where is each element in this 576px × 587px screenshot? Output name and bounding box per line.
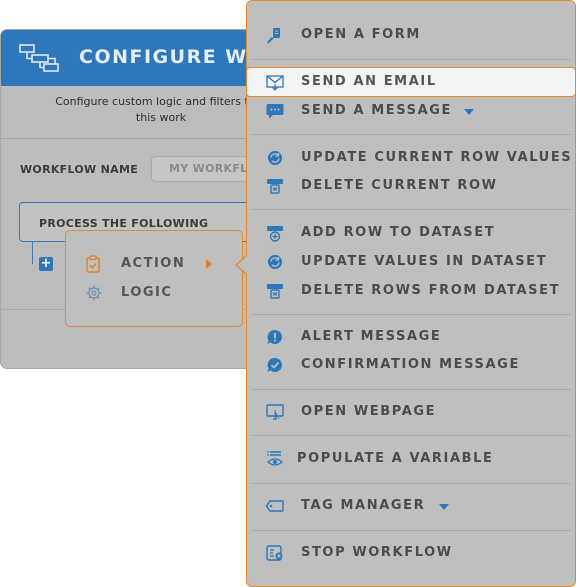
list-eye-icon xyxy=(265,450,285,468)
menu-item-alert-message[interactable]: ALERT MESSAGE xyxy=(247,324,575,350)
popup-item-label: ACTION xyxy=(121,256,186,271)
add-step-button[interactable]: + xyxy=(39,257,53,271)
check-bubble-icon xyxy=(265,356,285,374)
menu-item-stop-workflow[interactable]: STOP WORKFLOW xyxy=(247,540,575,566)
envelope-icon xyxy=(265,73,285,91)
menu-item-label: ADD ROW TO DATASET xyxy=(301,225,496,240)
menu-item-label: SEND AN EMAIL xyxy=(301,74,437,89)
menu-item-update-values-in-dataset[interactable]: UPDATE VALUES IN DATASET xyxy=(247,249,575,275)
dialog-title: CONFIGURE WO xyxy=(79,46,266,68)
caret-right-icon xyxy=(206,259,212,269)
menu-item-label: UPDATE VALUES IN DATASET xyxy=(301,254,548,269)
menu-item-label: POPULATE A VARIABLE xyxy=(297,451,494,466)
form-pen-icon xyxy=(265,26,285,44)
menu-divider xyxy=(251,314,571,315)
delete-row-icon xyxy=(265,177,285,195)
menu-item-tag-manager[interactable]: TAG MANAGER xyxy=(247,493,575,519)
menu-item-label: DELETE ROWS FROM DATASET xyxy=(301,283,561,298)
menu-divider xyxy=(251,530,571,531)
popup-item-label: LOGIC xyxy=(121,285,173,300)
refresh-row-icon xyxy=(265,149,285,167)
dropdown-caret-icon[interactable] xyxy=(464,109,474,115)
menu-item-label: ALERT MESSAGE xyxy=(301,329,442,344)
popup-item-logic[interactable]: LOGIC xyxy=(66,280,242,308)
menu-item-label: SEND A MESSAGE xyxy=(301,103,452,118)
menu-item-label: DELETE CURRENT ROW xyxy=(301,178,498,193)
lightbulb-gear-icon xyxy=(85,284,103,306)
menu-divider xyxy=(251,483,571,484)
menu-item-send-a-message[interactable]: SEND A MESSAGE xyxy=(247,98,575,124)
popup-item-action[interactable]: ACTION xyxy=(66,251,242,279)
menu-item-delete-rows-from-dataset[interactable]: DELETE ROWS FROM DATASET xyxy=(247,278,575,304)
menu-item-add-row-to-dataset[interactable]: ADD ROW TO DATASET xyxy=(247,220,575,246)
menu-item-label: TAG MANAGER xyxy=(301,498,426,513)
step-type-popup: ACTION LOGIC xyxy=(65,230,243,327)
menu-item-label: OPEN A FORM xyxy=(301,27,421,42)
tree-connector xyxy=(32,242,33,264)
menu-divider xyxy=(251,59,571,60)
menu-item-label: UPDATE CURRENT ROW VALUES xyxy=(301,150,573,165)
menu-item-update-current-row-values[interactable]: UPDATE CURRENT ROW VALUES xyxy=(247,145,575,171)
menu-item-label: CONFIRMATION MESSAGE xyxy=(301,357,520,372)
menu-divider xyxy=(251,209,571,210)
menu-item-label: OPEN WEBPAGE xyxy=(301,404,437,419)
menu-item-open-a-form[interactable]: OPEN A FORM xyxy=(247,22,575,48)
menu-item-open-webpage[interactable]: OPEN WEBPAGE xyxy=(247,399,575,425)
dropdown-caret-icon[interactable] xyxy=(439,504,449,510)
menu-divider xyxy=(251,435,571,436)
menu-divider xyxy=(251,389,571,390)
chat-bubble-icon xyxy=(265,102,285,120)
workflow-name-label: WORKFLOW NAME xyxy=(20,163,139,176)
menu-item-confirmation-message[interactable]: CONFIRMATION MESSAGE xyxy=(247,352,575,378)
monitor-cursor-icon xyxy=(265,403,285,421)
tag-icon xyxy=(265,497,285,515)
menu-item-delete-current-row[interactable]: DELETE CURRENT ROW xyxy=(247,173,575,199)
menu-item-send-an-email[interactable]: SEND AN EMAIL xyxy=(246,67,576,97)
alert-bubble-icon xyxy=(265,328,285,346)
stop-workflow-icon xyxy=(265,544,285,562)
workflow-diagram-icon xyxy=(17,43,63,77)
process-label: PROCESS THE FOLLOWING xyxy=(39,217,209,230)
menu-pointer-fill xyxy=(237,256,247,274)
menu-item-populate-a-variable[interactable]: POPULATE A VARIABLE xyxy=(247,446,575,472)
delete-rows-icon xyxy=(265,282,285,300)
refresh-dataset-icon xyxy=(265,253,285,271)
menu-item-label: STOP WORKFLOW xyxy=(301,545,453,560)
clipboard-check-icon xyxy=(85,255,101,277)
add-row-icon xyxy=(265,224,285,242)
action-menu: OPEN A FORM SEND AN EMAIL SEND A MESSAGE xyxy=(246,0,576,587)
menu-divider xyxy=(251,134,571,135)
